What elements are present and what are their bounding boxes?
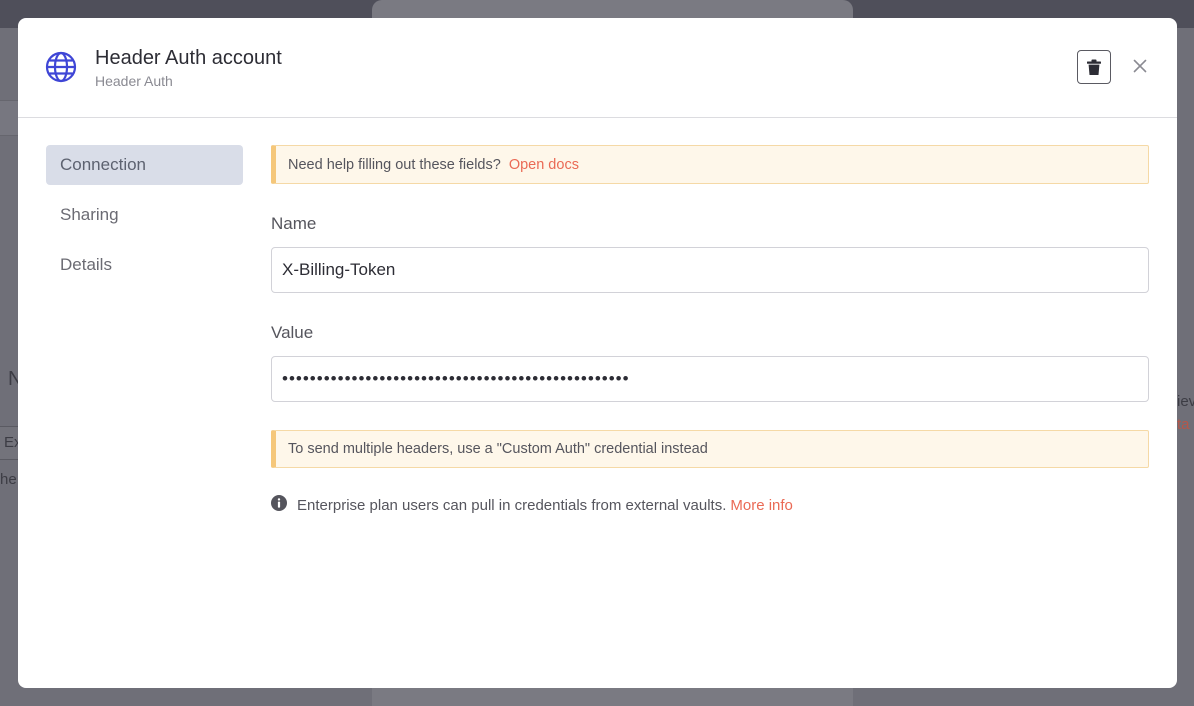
sidebar-item-sharing[interactable]: Sharing xyxy=(46,195,243,235)
external-vaults-info: Enterprise plan users can pull in creden… xyxy=(271,494,1149,516)
multiple-headers-notice-text: To send multiple headers, use a "Custom … xyxy=(288,441,708,457)
help-notice-text: Need help filling out these fields? xyxy=(288,156,501,173)
help-notice: Need help filling out these fields? Open… xyxy=(271,145,1149,184)
value-field-label: Value xyxy=(271,323,314,342)
background-right-text-fragment: iev xyxy=(1177,393,1194,410)
background-left-header xyxy=(0,100,18,136)
sidebar-item-connection[interactable]: Connection xyxy=(46,145,243,185)
close-icon xyxy=(1133,59,1147,73)
multiple-headers-notice: To send multiple headers, use a "Custom … xyxy=(271,430,1149,468)
open-docs-link[interactable]: Open docs xyxy=(509,157,579,173)
sidebar-item-details[interactable]: Details xyxy=(46,245,243,285)
connection-panel: Need help filling out these fields? Open… xyxy=(271,145,1149,516)
delete-credential-button[interactable] xyxy=(1077,50,1111,84)
modal-title: Header Auth account xyxy=(95,47,282,69)
trash-icon xyxy=(1087,59,1101,75)
background-text-fragment: he xyxy=(0,471,17,488)
value-password-input[interactable] xyxy=(271,356,1149,402)
name-field-label: Name xyxy=(271,214,317,233)
name-input[interactable] xyxy=(271,247,1149,293)
info-icon xyxy=(271,495,287,511)
globe-icon xyxy=(45,51,77,83)
modal-subtitle: Header Auth xyxy=(95,73,173,89)
external-vaults-text: Enterprise plan users can pull in creden… xyxy=(297,496,727,514)
background-right-link-fragment: ta xyxy=(1177,416,1190,433)
modal-header: Header Auth account Header Auth xyxy=(18,18,1177,118)
close-modal-button[interactable] xyxy=(1128,54,1152,78)
more-info-link[interactable]: More info xyxy=(730,497,793,514)
credential-sidebar: Connection Sharing Details xyxy=(46,145,243,295)
credential-modal: Header Auth account Header Auth Connecti… xyxy=(18,18,1177,688)
